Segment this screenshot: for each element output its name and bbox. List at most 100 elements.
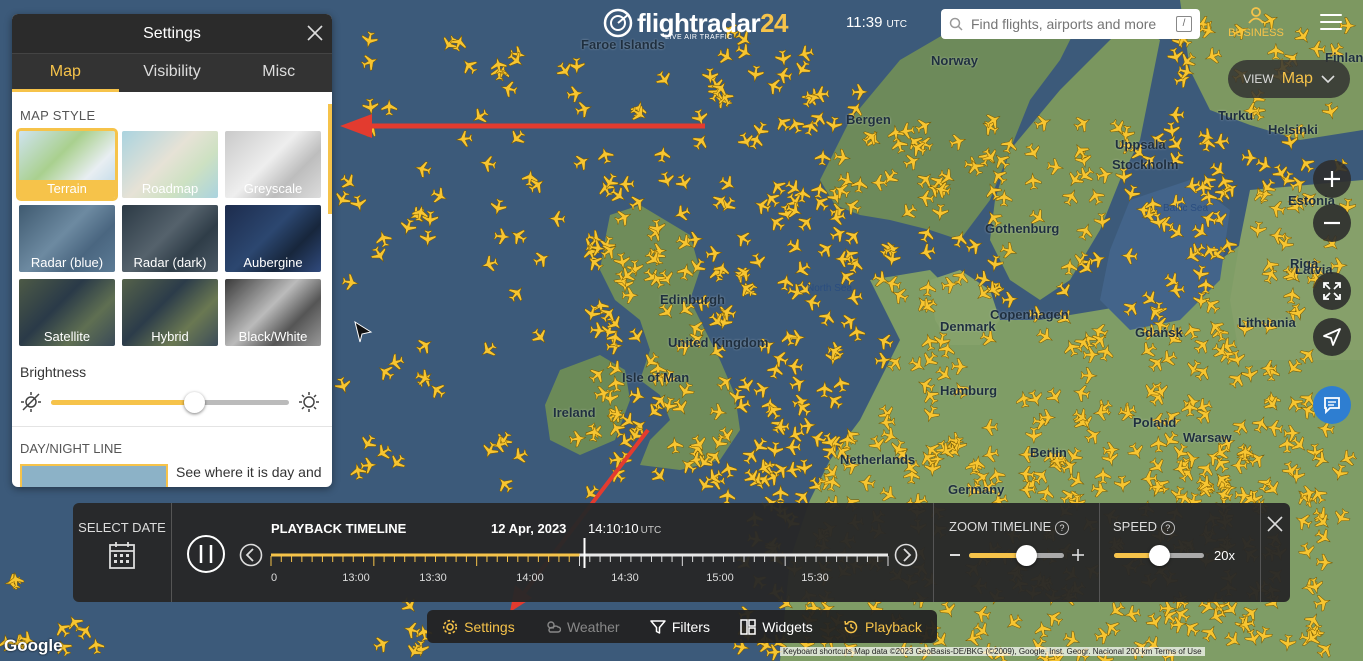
map-place-label: Copenhagen	[990, 307, 1069, 322]
hamburger-menu-icon[interactable]	[1320, 14, 1342, 32]
tab-visibility[interactable]: Visibility	[119, 54, 226, 92]
style-label: Roadmap	[141, 181, 199, 196]
map-place-label: Bergen	[846, 112, 891, 127]
timeline-back-button[interactable]	[239, 543, 263, 567]
weather-button-label: Weather	[566, 618, 620, 635]
divider	[12, 426, 332, 427]
zoom-in-button[interactable]	[1313, 160, 1351, 198]
playback-title: PLAYBACK TIMELINE	[271, 521, 407, 536]
speed-slider-knob[interactable]	[1149, 545, 1170, 566]
style-label: Terrain	[19, 180, 115, 198]
style-roadmap[interactable]: Roadmap	[122, 131, 218, 198]
style-aubergine[interactable]: Aubergine	[225, 205, 321, 272]
timeline-forward-button[interactable]	[894, 543, 918, 567]
style-black-white[interactable]: Black/White	[225, 279, 321, 346]
style-radar-blue[interactable]: Radar (blue)	[19, 205, 115, 272]
search-input[interactable]	[969, 15, 1173, 33]
weather-button[interactable]: Weather	[545, 619, 620, 635]
sea-label: North Sea	[807, 283, 853, 294]
business-button[interactable]: BUSINESS	[1226, 6, 1286, 39]
brightness-high-icon	[299, 392, 319, 412]
timeline-tick-label: 14:30	[611, 572, 639, 584]
zoom-timeline-slider[interactable]	[969, 545, 1064, 566]
playback-button[interactable]: Playback	[843, 619, 922, 635]
pause-button[interactable]	[186, 534, 226, 574]
map-style-heading: MAP STYLE	[20, 108, 96, 123]
style-satellite[interactable]: Satellite	[19, 279, 115, 346]
locate-button[interactable]	[1313, 318, 1351, 356]
map-attribution[interactable]: Keyboard shortcuts Map data ©2023 GeoBas…	[780, 647, 1205, 656]
fullscreen-button[interactable]	[1313, 272, 1351, 310]
settings-button[interactable]: Settings	[442, 619, 515, 635]
settings-panel: Settings Map Visibility Misc MAP STYLE T…	[12, 14, 332, 487]
map-place-label: Hamburg	[940, 383, 998, 398]
user-icon	[1248, 7, 1264, 24]
brightness-slider-knob[interactable]	[183, 392, 205, 413]
search-icon	[949, 17, 963, 31]
style-label: Aubergine	[243, 255, 303, 270]
select-date-button[interactable]: SELECT DATE	[73, 503, 172, 602]
close-icon[interactable]	[306, 24, 324, 42]
zoom-plus-icon[interactable]	[1072, 549, 1084, 561]
style-greyscale[interactable]: Greyscale	[225, 131, 321, 198]
search-box[interactable]: /	[941, 9, 1200, 39]
timeline-tick-label: 0	[271, 572, 277, 584]
style-label: Radar (blue)	[30, 255, 104, 270]
close-icon[interactable]	[1266, 515, 1284, 533]
map-place-label: Isle of Man	[622, 370, 690, 385]
view-label: VIEW	[1243, 72, 1274, 86]
map-place-label: United Kingdom	[668, 335, 769, 350]
map-place-label: Germany	[948, 482, 1005, 497]
gear-icon	[443, 619, 458, 634]
widgets-button[interactable]: Widgets	[740, 619, 813, 635]
timeline-tick-label: 13:30	[419, 572, 447, 584]
filters-button-label: Filters	[671, 618, 710, 635]
playback-panel: SELECT DATE PLAYBACK TIMELINE 12 Apr, 20…	[73, 503, 1290, 602]
zoom-out-button[interactable]	[1313, 204, 1351, 242]
speed-title: SPEED ?	[1113, 519, 1260, 535]
flightradar24-logo[interactable]: flightradar24 LIVE AIR TRAFFIC	[603, 5, 788, 41]
style-label: Satellite	[43, 329, 91, 344]
tab-misc[interactable]: Misc	[225, 54, 332, 92]
calendar-icon	[109, 542, 135, 569]
history-icon	[844, 620, 858, 633]
weather-icon	[547, 620, 561, 633]
playback-timeline[interactable]: 0 13:00 13:30 14:00 14:30 15:00 15:30	[268, 538, 898, 598]
zoom-timeline-section: ZOOM TIMELINE ?	[933, 503, 1100, 602]
zoom-minus-icon[interactable]	[950, 554, 960, 556]
search-shortcut-badge: /	[1176, 16, 1192, 32]
help-icon[interactable]: ?	[1160, 521, 1175, 535]
clock-time: 11:39	[846, 14, 883, 31]
widgets-icon	[740, 618, 756, 635]
speed-slider[interactable]	[1114, 545, 1204, 566]
select-date-label: SELECT DATE	[78, 520, 166, 535]
zoom-slider-knob[interactable]	[1016, 545, 1037, 566]
fullscreen-icon	[1323, 282, 1341, 300]
daynight-thumbnail[interactable]	[20, 464, 168, 487]
view-selector[interactable]: VIEW Map	[1228, 60, 1350, 98]
map-place-label: Berlin	[1030, 445, 1067, 460]
help-icon[interactable]: ?	[1054, 521, 1069, 535]
daynight-description: See where it is day and	[176, 464, 322, 480]
tab-map[interactable]: Map	[12, 54, 119, 92]
clock-zone: UTC	[886, 19, 907, 30]
bottom-toolbar: Settings Weather Filters Widgets Playbac…	[427, 610, 937, 643]
style-radar-dark[interactable]: Radar (dark)	[122, 205, 218, 272]
map-style-grid: Terrain Roadmap Greyscale Radar (blue) R…	[16, 128, 332, 346]
chat-bubble-icon	[1324, 397, 1340, 415]
settings-header: Settings	[12, 14, 332, 53]
filters-button[interactable]: Filters	[650, 619, 710, 635]
radar-logo-icon	[603, 8, 633, 38]
style-hybrid[interactable]: Hybrid	[122, 279, 218, 346]
timeline-tick-label: 14:00	[516, 572, 544, 584]
feedback-button[interactable]	[1313, 386, 1351, 424]
settings-scrollbar[interactable]	[328, 104, 332, 214]
brightness-slider-row	[20, 390, 324, 413]
style-terrain[interactable]: Terrain	[16, 128, 118, 201]
settings-tabs: Map Visibility Misc	[12, 53, 332, 92]
map-place-label: Turku	[1218, 108, 1254, 123]
map-place-label: Poland	[1133, 415, 1177, 430]
brightness-slider[interactable]	[51, 392, 289, 413]
timeline-tick-label: 15:00	[706, 572, 734, 584]
utc-clock: 11:39 UTC	[846, 14, 907, 31]
